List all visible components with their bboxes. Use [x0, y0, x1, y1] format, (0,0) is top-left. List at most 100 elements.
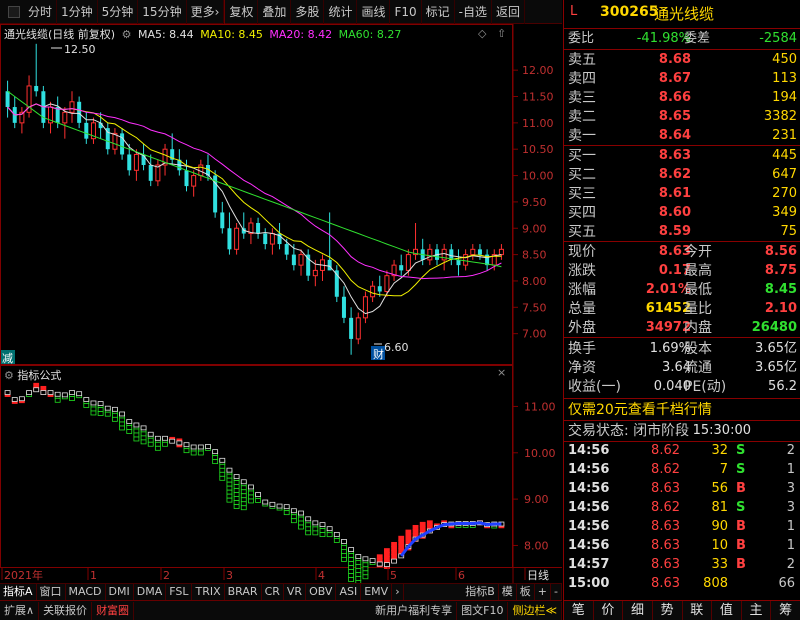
ask-row[interactable]: 卖二 8.65 3382	[564, 108, 800, 126]
wealth-circle-tab[interactable]: 财富圈	[92, 601, 135, 620]
indicator-square-slow	[104, 405, 111, 411]
indicator-square-slow	[26, 390, 32, 395]
tab-indicator-a[interactable]: 指标A	[0, 584, 37, 600]
tab-vr[interactable]: VR	[284, 584, 307, 600]
jian-badge[interactable]: 减	[1, 350, 15, 365]
toolbar-mark[interactable]: 标记	[422, 0, 455, 24]
indicator-square-slow	[61, 392, 68, 398]
indicator-square	[190, 450, 197, 456]
tab-asi[interactable]: ASI	[336, 584, 362, 600]
indicator-square-slow	[384, 562, 390, 567]
tab-template-1[interactable]: 模	[499, 584, 517, 600]
tick-row[interactable]: 14:56 8.63 56 B 3	[564, 480, 800, 498]
tick-volume: 10	[711, 538, 728, 553]
quote-tab-1[interactable]: 价	[594, 601, 624, 620]
expand-button[interactable]: 扩展∧	[0, 601, 40, 620]
tab-fsl[interactable]: FSL	[166, 584, 193, 600]
bid-row[interactable]: 买五 8.59 75	[564, 223, 800, 241]
toolbar-overlay[interactable]: 叠加	[258, 0, 292, 24]
tab-scroll-right[interactable]: ›	[392, 584, 404, 600]
toolbar-draw-line[interactable]: 画线	[357, 0, 391, 24]
toolbar-back[interactable]: 返回	[492, 0, 526, 24]
ask-row[interactable]: 卖三 8.66 194	[564, 89, 800, 107]
tab-dmi[interactable]: DMI	[106, 584, 134, 600]
quote-tab-7[interactable]: 筹	[771, 601, 800, 620]
indicator-square	[419, 521, 426, 527]
toolbar-multi-stock[interactable]: 多股	[291, 0, 325, 24]
toolbar-1min[interactable]: 1分钟	[57, 0, 98, 24]
indicator-square	[126, 429, 133, 434]
ma10-line	[7, 103, 502, 297]
bid-price: 8.62	[658, 167, 691, 182]
quote-tab-5[interactable]: 值	[712, 601, 742, 620]
tick-row[interactable]: 14:56 8.63 10 B 1	[564, 537, 800, 555]
cai-badge[interactable]: 财	[371, 346, 385, 361]
tab-obv[interactable]: OBV	[306, 584, 337, 600]
kline-chart[interactable]: 12.00 11.50 11.00 10.50 10.00 9.50 9.00 8.50 8.0…	[0, 24, 562, 584]
panel-toggle-checkbox[interactable]	[8, 5, 20, 18]
ask-row[interactable]: 卖四 8.67 113	[564, 70, 800, 88]
tab-emv[interactable]: EMV	[361, 584, 393, 600]
toolbar-f10[interactable]: F10	[390, 0, 422, 24]
bid-row[interactable]: 买四 8.60 349	[564, 204, 800, 222]
stat-label: 涨跌	[568, 263, 596, 279]
tab-indicator-b[interactable]: 指标B	[462, 584, 499, 600]
stock-name[interactable]: 通光线缆	[654, 3, 714, 24]
ask-row[interactable]: 卖五 8.68 450	[564, 51, 800, 69]
quote-tab-4[interactable]: 联	[683, 601, 713, 620]
tick-row[interactable]: 14:56 8.62 81 S 3	[564, 499, 800, 517]
indicator-square	[240, 501, 247, 507]
promo-text[interactable]: 仅需20元查看千档行情	[568, 401, 712, 419]
tab-dma[interactable]: DMA	[134, 584, 167, 600]
toolbar-adjust[interactable]: 复权	[224, 0, 259, 24]
indicator-square-slow	[76, 391, 83, 397]
tab-trix[interactable]: TRIX	[192, 584, 225, 600]
tick-row[interactable]: 14:56 8.62 32 S 2	[564, 442, 800, 460]
graphic-f10-tab[interactable]: 图文F10	[457, 601, 509, 620]
tick-row[interactable]: 14:56 8.62 7 S 1	[564, 461, 800, 479]
settings-gear-icon[interactable]: ⚙	[122, 28, 132, 41]
tick-row[interactable]: 14:56 8.63 90 B 1	[564, 518, 800, 536]
new-user-benefit-link[interactable]: 新用户福利专享	[371, 601, 458, 620]
toolbar-15min[interactable]: 15分钟	[138, 0, 187, 24]
quote-tab-0[interactable]: 笔	[564, 601, 594, 620]
toolbar-remove-watchlist[interactable]: -自选	[455, 0, 492, 24]
stat-value: 8.75	[764, 263, 797, 278]
tick-row[interactable]: 15:00 8.63 808 66	[564, 575, 800, 593]
tick-side: S	[736, 443, 746, 458]
diamond-icon[interactable]: ◇	[478, 27, 487, 40]
ask-row[interactable]: 卖一 8.64 231	[564, 127, 800, 145]
tick-row[interactable]: 14:57 8.63 33 B 2	[564, 556, 800, 574]
tab-brar[interactable]: BRAR	[225, 584, 262, 600]
toolbar-intraday[interactable]: 分时	[24, 0, 58, 24]
bid-row[interactable]: 买三 8.61 270	[564, 185, 800, 203]
quote-tab-3[interactable]: 势	[653, 601, 683, 620]
zoom-out-button[interactable]: -	[551, 584, 562, 600]
arrow-up-icon[interactable]: ⇧	[497, 27, 506, 40]
zoom-in-button[interactable]: +	[535, 584, 552, 600]
quote-tab-2[interactable]: 细	[623, 601, 653, 620]
indicator-close-icon[interactable]: ×	[497, 366, 506, 379]
tab-window[interactable]: 窗口	[37, 584, 66, 600]
indicator-square	[305, 526, 312, 532]
toolbar-statistics[interactable]: 统计	[324, 0, 358, 24]
stat-value: 26480	[751, 320, 797, 335]
quote-tab-6[interactable]: 主	[742, 601, 772, 620]
stock-code[interactable]: 300265	[600, 4, 658, 20]
chart-area[interactable]: 12.00 11.50 11.00 10.50 10.00 9.50 9.00 8.50 8.0…	[0, 24, 562, 598]
indicator-square	[233, 492, 240, 497]
tab-cr[interactable]: CR	[262, 584, 284, 600]
toolbar-5min[interactable]: 5分钟	[98, 0, 139, 24]
toolbar-more[interactable]: 更多›	[187, 0, 225, 24]
related-quotes-tab[interactable]: 关联报价	[39, 601, 93, 620]
weibi-value: -41.98%	[636, 31, 691, 46]
tab-macd[interactable]: MACD	[66, 584, 106, 600]
tab-template-2[interactable]: 板	[517, 584, 535, 600]
financial-label: 股本	[684, 341, 712, 357]
bid-row[interactable]: 买二 8.62 647	[564, 166, 800, 184]
indicator-gear-icon[interactable]: ⚙	[4, 369, 14, 382]
bid-row[interactable]: 买一 8.63 445	[564, 147, 800, 165]
sidebar-toggle[interactable]: 侧边栏≪	[508, 601, 562, 620]
indicator-square	[240, 485, 247, 491]
promo-row[interactable]: 仅需20元查看千档行情	[564, 401, 800, 419]
